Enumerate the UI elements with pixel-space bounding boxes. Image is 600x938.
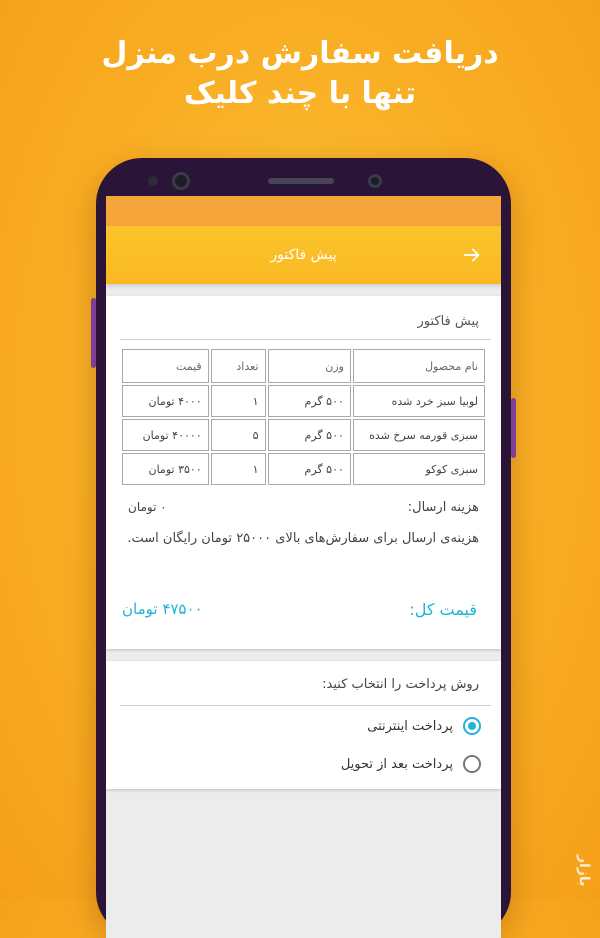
phone-side-button [511,398,516,458]
column-header: وزن [267,349,351,383]
table-row: سبزی قورمه سرخ شده ۵۰۰ گرم ۵ ۴۰۰۰۰ تومان [122,419,485,451]
shipping-value: ۰ تومان [128,500,167,514]
payment-card: روش پرداخت را انتخاب کنید: پرداخت اینترن… [106,661,501,789]
product-qty: ۱ [210,385,266,417]
product-name: سبزی قورمه سرخ شده [352,419,485,451]
bazaar-watermark: بازار [576,854,592,886]
payment-option-label: پرداخت اینترنتی [367,718,453,734]
product-qty: ۵ [210,419,266,451]
headline-line-2: تنها با چند کلیک [183,76,417,111]
product-weight: ۵۰۰ گرم [267,385,351,417]
shipping-row: هزینه ارسال: ۰ تومان [128,500,479,515]
phone-screen: پیش فاکتور پیش فاکتور نام محصول وزن تعدا… [106,196,501,938]
phone-frame: پیش فاکتور پیش فاکتور نام محصول وزن تعدا… [91,158,516,938]
phone-sensor [148,176,158,186]
product-weight: ۵۰۰ گرم [267,419,351,451]
phone-side-button [91,298,96,368]
product-qty: ۱ [210,453,266,485]
product-name: لوبیا سبز خرد شده [352,385,485,417]
phone-speaker [268,178,334,184]
phone-camera-secondary [368,174,382,188]
product-weight: ۵۰۰ گرم [267,453,351,485]
payment-option-on-delivery[interactable]: پرداخت بعد از تحویل [341,755,481,773]
total-value: ۴۷۵۰۰ تومان [122,600,203,618]
product-price: ۴۰۰۰ تومان [122,385,209,417]
payment-title: روش پرداخت را انتخاب کنید: [322,677,479,692]
page-title: پیش فاکتور [270,247,337,263]
app-bar: پیش فاکتور [106,226,501,284]
product-name: سبزی کوکو [352,453,485,485]
invoice-card: پیش فاکتور نام محصول وزن تعداد قیمت لوبی… [106,296,501,649]
shipping-note: هزینه‌ی ارسال برای سفارش‌های بالای ۲۵۰۰۰… [127,531,479,546]
headline-line-1: دریافت سفارش درب منزل [101,36,499,71]
divider [120,339,491,340]
payment-option-online[interactable]: پرداخت اینترنتی [367,717,481,735]
divider [120,705,491,706]
column-header: تعداد [210,349,266,383]
phone-camera [172,172,190,190]
arrow-right-icon[interactable] [461,244,483,266]
invoice-title: پیش فاکتور [417,314,479,329]
payment-option-label: پرداخت بعد از تحویل [340,756,453,772]
column-header: قیمت [122,349,209,383]
radio-selected-icon[interactable] [463,717,481,735]
product-price: ۳۵۰۰ تومان [122,453,209,485]
total-label: قیمت کل: [409,600,477,619]
invoice-table: نام محصول وزن تعداد قیمت لوبیا سبز خرد ش… [120,347,487,487]
status-bar [106,196,501,226]
table-row: لوبیا سبز خرد شده ۵۰۰ گرم ۱ ۴۰۰۰ تومان [122,385,485,417]
promo-headline: دریافت سفارش درب منزل تنها با چند کلیک [0,34,600,114]
shipping-label: هزینه ارسال: [407,500,479,515]
column-header: نام محصول [352,349,485,383]
table-header-row: نام محصول وزن تعداد قیمت [122,349,485,383]
table-row: سبزی کوکو ۵۰۰ گرم ۱ ۳۵۰۰ تومان [122,453,485,485]
product-price: ۴۰۰۰۰ تومان [122,419,209,451]
radio-unselected-icon[interactable] [463,755,481,773]
